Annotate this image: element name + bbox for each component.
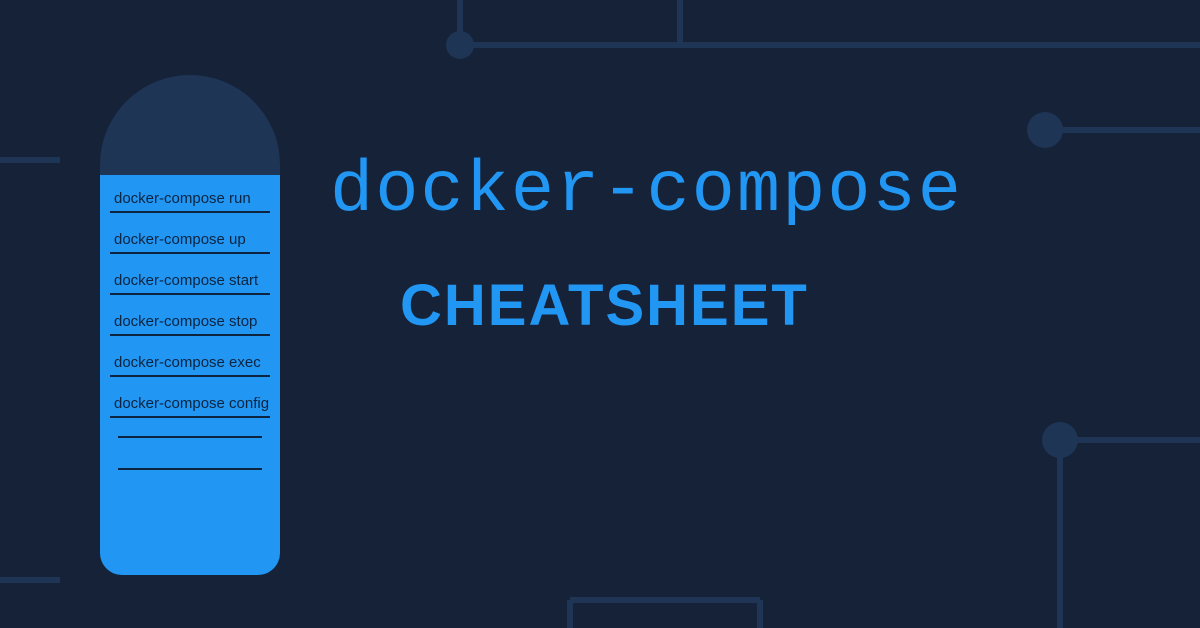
note-item: docker-compose run — [110, 190, 270, 213]
notepad-cap — [100, 75, 280, 175]
notepad: docker-compose run docker-compose up doc… — [100, 75, 280, 555]
title-sub: CHEATSHEET — [400, 272, 963, 339]
empty-line — [118, 468, 262, 470]
title-main: docker-compose — [330, 150, 963, 232]
empty-line — [118, 436, 262, 438]
note-item: docker-compose stop — [110, 313, 270, 336]
notepad-body: docker-compose run docker-compose up doc… — [100, 175, 280, 575]
note-item: docker-compose up — [110, 231, 270, 254]
title-block: docker-compose CHEATSHEET — [330, 150, 963, 339]
note-item: docker-compose config — [110, 395, 270, 418]
note-item: docker-compose start — [110, 272, 270, 295]
note-item: docker-compose exec — [110, 354, 270, 377]
